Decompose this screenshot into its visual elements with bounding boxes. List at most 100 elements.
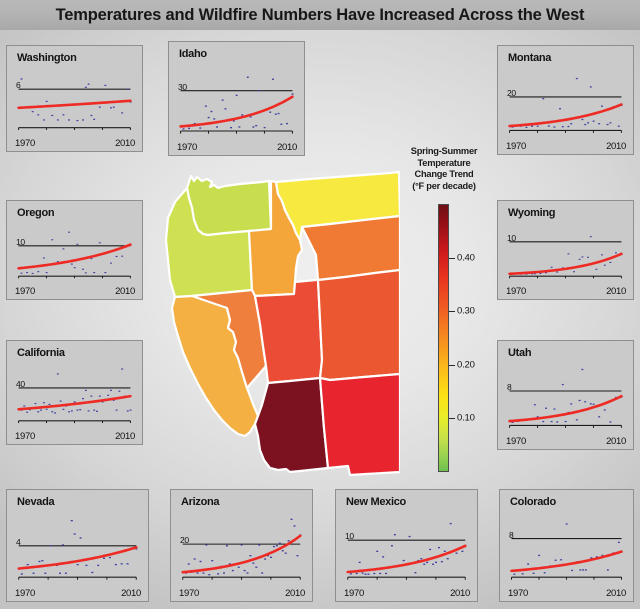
x-axis-label-end: 2010 xyxy=(115,431,135,442)
data-point xyxy=(91,571,94,574)
data-point xyxy=(402,559,405,562)
data-point xyxy=(553,126,556,128)
data-point xyxy=(423,563,426,565)
data-point xyxy=(249,116,252,118)
colorbar-tick-label: 0.20 xyxy=(457,359,475,371)
data-point xyxy=(581,256,584,258)
data-point xyxy=(62,408,65,410)
data-point xyxy=(199,127,202,129)
colorbar-tick-mark xyxy=(449,364,455,366)
data-point xyxy=(59,400,62,402)
scatter-plot xyxy=(506,361,625,431)
data-point xyxy=(104,84,107,86)
data-point xyxy=(587,122,589,124)
data-point xyxy=(255,124,258,127)
data-point xyxy=(187,563,190,565)
data-point xyxy=(121,368,124,370)
data-point xyxy=(31,272,34,275)
data-point xyxy=(224,108,227,110)
plot-svg xyxy=(177,76,296,137)
colorbar-gradient xyxy=(438,204,449,472)
data-point xyxy=(432,563,435,565)
y-axis-label: 10 xyxy=(507,232,516,243)
data-point xyxy=(70,520,73,522)
data-point xyxy=(269,111,272,113)
y-axis-label: 40 xyxy=(16,378,25,389)
scatter-plot xyxy=(15,221,134,281)
data-point xyxy=(216,126,218,128)
state-panel-oregon: Oregon 10 1970 2010 xyxy=(6,200,143,300)
data-point xyxy=(115,409,118,411)
colorbar-tick-label: 0.10 xyxy=(457,412,475,424)
data-point xyxy=(584,123,587,126)
data-point xyxy=(93,272,96,274)
x-axis-label-end: 2010 xyxy=(606,141,626,152)
data-point xyxy=(210,110,213,113)
data-point xyxy=(278,542,281,544)
data-point xyxy=(429,548,432,551)
panel-title: New Mexico xyxy=(346,496,406,508)
data-point xyxy=(188,127,191,129)
data-point xyxy=(617,541,620,544)
panel-title: Oregon xyxy=(17,207,55,219)
data-point xyxy=(355,572,358,575)
data-point xyxy=(204,105,207,107)
data-point xyxy=(45,408,48,410)
data-point xyxy=(90,114,93,117)
colorbar-tick-mark xyxy=(449,418,455,420)
data-point xyxy=(609,421,612,423)
plot-svg xyxy=(15,78,134,133)
panel-title: Arizona xyxy=(181,496,220,508)
plot-svg xyxy=(508,523,625,583)
x-axis-label-end: 2010 xyxy=(115,286,135,297)
data-point xyxy=(272,78,274,80)
data-point xyxy=(97,564,100,567)
x-axis-label-start: 1970 xyxy=(15,286,35,297)
map-state-washington[interactable] xyxy=(185,174,273,237)
y-axis-label: 6 xyxy=(16,80,21,91)
scatter-plot xyxy=(508,510,625,583)
data-point xyxy=(82,268,84,270)
data-point xyxy=(213,118,216,120)
map-state-new-mexico[interactable] xyxy=(318,372,400,477)
data-point xyxy=(202,572,205,574)
data-point xyxy=(291,93,294,95)
data-point xyxy=(96,410,98,412)
y-axis-label: 10 xyxy=(16,236,25,247)
data-point xyxy=(565,523,568,525)
data-point xyxy=(536,125,539,127)
data-point xyxy=(570,123,573,125)
map-state-arizona[interactable] xyxy=(253,376,330,474)
state-panel-idaho: Idaho 30 1970 2010 xyxy=(168,41,305,156)
data-point xyxy=(595,268,598,270)
data-point xyxy=(290,518,293,520)
data-point xyxy=(420,558,423,560)
data-point xyxy=(252,126,255,128)
data-point xyxy=(104,272,107,274)
data-point xyxy=(32,572,35,574)
data-point xyxy=(82,119,84,121)
data-point xyxy=(193,558,196,560)
data-point xyxy=(578,399,581,402)
data-point xyxy=(61,544,64,546)
x-axis-label-end: 2010 xyxy=(285,588,305,599)
data-point xyxy=(274,113,277,115)
data-point xyxy=(414,572,417,574)
map-state-wyoming[interactable] xyxy=(300,214,400,282)
data-point xyxy=(538,554,541,557)
data-point xyxy=(521,573,524,575)
x-axis-label-end: 2010 xyxy=(121,588,141,599)
data-point xyxy=(598,416,601,418)
map-state-colorado[interactable] xyxy=(316,268,400,382)
data-point xyxy=(79,537,82,539)
data-point xyxy=(567,253,570,255)
data-point xyxy=(255,566,258,568)
data-point xyxy=(64,572,67,574)
data-point xyxy=(249,555,252,557)
data-point xyxy=(364,573,367,575)
x-axis-label-end: 2010 xyxy=(606,286,626,297)
x-axis-label-start: 1970 xyxy=(506,286,526,297)
data-point xyxy=(280,123,283,125)
western-states-map xyxy=(150,160,400,480)
data-point xyxy=(38,560,41,563)
